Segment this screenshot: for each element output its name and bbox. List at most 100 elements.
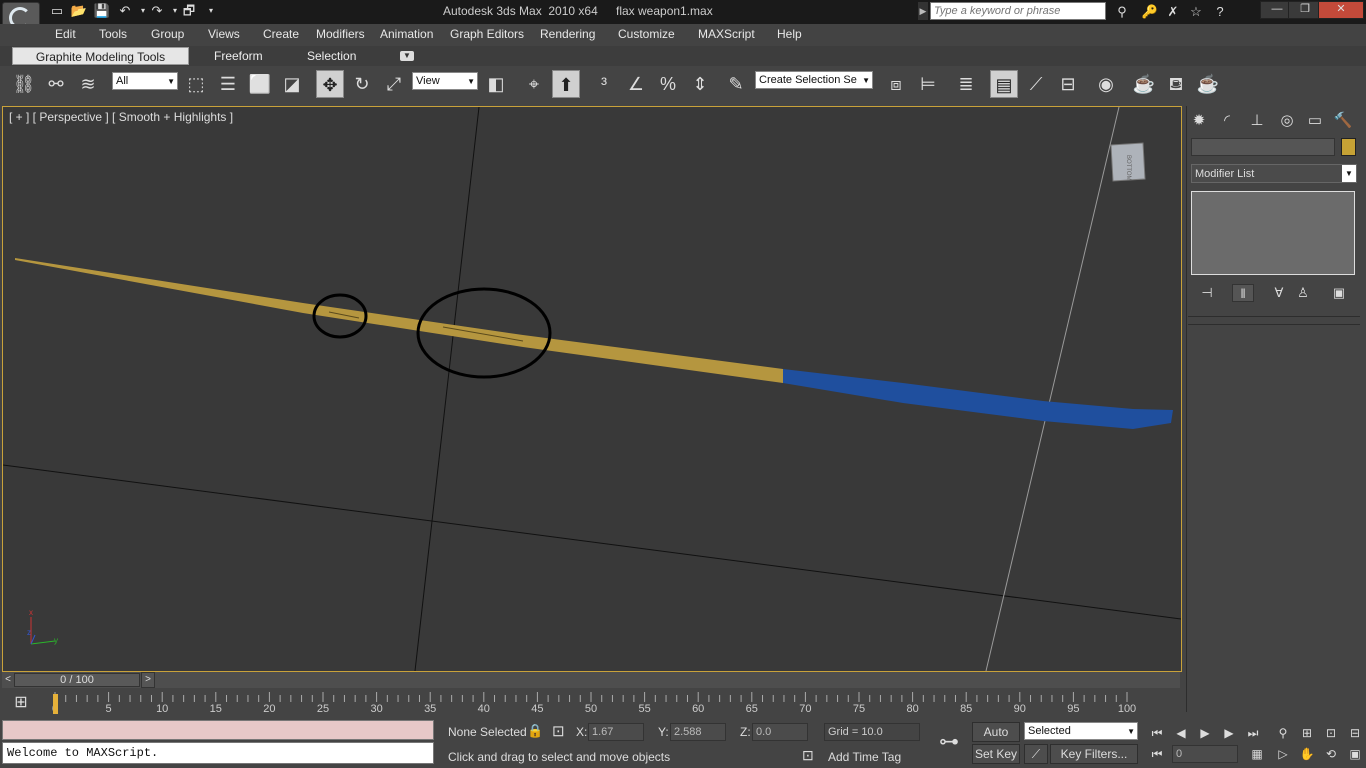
rendered-frame-window-icon[interactable]: ⛾ (1162, 70, 1190, 98)
edit-named-selection-icon[interactable]: ✎ (722, 70, 750, 98)
set-key-icon[interactable]: ⊶ (928, 722, 970, 762)
field-of-view-icon[interactable]: ▷ (1272, 745, 1294, 763)
current-frame-field[interactable]: 0 (1172, 745, 1238, 763)
previous-frame-icon[interactable]: ◀ (1170, 724, 1192, 742)
menu-group[interactable]: Group (151, 27, 184, 41)
time-tag-icon[interactable]: ⊡ (802, 747, 814, 764)
redo-icon[interactable]: ↷ (148, 3, 166, 19)
current-frame-marker[interactable] (53, 694, 58, 714)
menu-maxscript[interactable]: MAXScript (698, 27, 755, 41)
zoom-all-icon[interactable]: ⊞ (1296, 724, 1318, 742)
pin-stack-icon[interactable]: ⊣ (1196, 284, 1218, 302)
x-coordinate-field[interactable]: 1.67 (588, 723, 644, 741)
window-crossing-icon[interactable]: ◪ (278, 70, 306, 98)
time-slider-prev-icon[interactable]: < (2, 672, 14, 688)
set-key-button[interactable]: Set Key (972, 744, 1020, 764)
create-tab-icon[interactable]: ✹ (1188, 110, 1210, 132)
schematic-view-icon[interactable]: ⊟ (1054, 70, 1082, 98)
project-folder-icon[interactable]: 🗗 (180, 3, 198, 19)
tab-selection[interactable]: Selection (307, 49, 356, 63)
material-editor-icon[interactable]: ◉ (1092, 70, 1120, 98)
new-file-icon[interactable]: ▭ (48, 3, 66, 19)
selection-lock-icon[interactable]: 🔒 (527, 723, 543, 739)
modify-tab-icon[interactable]: ◜ (1216, 110, 1238, 132)
zoom-icon[interactable]: ⚲ (1272, 724, 1294, 742)
select-object-icon[interactable]: ⬚ (182, 70, 210, 98)
ribbon-dropdown-icon[interactable]: ▼ (400, 51, 414, 61)
play-icon[interactable]: ▶ (1194, 724, 1216, 742)
undo-icon[interactable]: ↶ (116, 3, 134, 19)
next-frame-icon[interactable]: ▶ (1218, 724, 1240, 742)
binoculars-icon[interactable]: ⚲ (1112, 3, 1132, 21)
quick-access-dropdown-icon[interactable]: ▾ (202, 3, 220, 19)
graphite-toggle-icon[interactable]: ▤ (990, 70, 1018, 98)
select-and-scale-icon[interactable]: ⤢ (380, 70, 408, 98)
modifier-stack[interactable] (1191, 191, 1355, 275)
menu-modifiers[interactable]: Modifiers (316, 27, 365, 41)
menu-rendering[interactable]: Rendering (540, 27, 595, 41)
select-and-link-icon[interactable]: ⛓ (10, 70, 38, 98)
show-end-result-icon[interactable]: ‖ (1232, 284, 1254, 302)
configure-modifier-sets-icon[interactable]: ▣ (1328, 284, 1350, 302)
maximize-button[interactable]: ❐ (1288, 1, 1322, 19)
z-coordinate-field[interactable]: 0.0 (752, 723, 808, 741)
favorites-star-icon[interactable]: ☆ (1186, 3, 1206, 21)
perspective-viewport[interactable]: BOTTOM x z y [ + ] [ Perspective ] [ Smo… (2, 106, 1182, 672)
add-time-tag[interactable]: Add Time Tag (828, 750, 901, 764)
modifier-list-dropdown[interactable]: Modifier List ▼ (1191, 164, 1357, 183)
tab-graphite-modeling-tools[interactable]: Graphite Modeling Tools (12, 47, 189, 65)
go-to-end-icon[interactable]: ⏭ (1242, 724, 1264, 742)
time-configuration-icon[interactable]: ▦ (1246, 745, 1268, 763)
key-mode-dropdown[interactable]: Selected ▼ (1024, 722, 1138, 740)
rectangular-selection-icon[interactable]: ⬜ (246, 70, 274, 98)
make-unique-icon[interactable]: ∀ (1268, 284, 1290, 302)
percent-snap-icon[interactable]: % (654, 70, 682, 98)
time-slider-thumb[interactable]: 0 / 100 (14, 673, 140, 687)
align-icon[interactable]: ⊨ (914, 70, 942, 98)
subscription-key-icon[interactable]: 🔑 (1140, 3, 1160, 21)
menu-edit[interactable]: Edit (55, 27, 76, 41)
zoom-extents-icon[interactable]: ⊡ (1320, 724, 1342, 742)
menu-create[interactable]: Create (263, 27, 299, 41)
curve-editor-icon[interactable]: ⟋ (1022, 70, 1050, 98)
communication-center-icon[interactable]: ✗ (1163, 3, 1183, 21)
reference-coordinate-dropdown[interactable]: View ▼ (412, 72, 478, 90)
maximize-viewport-icon[interactable]: ▣ (1344, 745, 1366, 763)
utilities-tab-icon[interactable]: 🔨 (1332, 110, 1354, 132)
time-slider[interactable] (2, 672, 1180, 688)
key-filters-button[interactable]: Key Filters... (1050, 744, 1138, 764)
search-input[interactable] (930, 2, 1106, 20)
tab-freeform[interactable]: Freeform (214, 49, 263, 63)
render-production-icon[interactable]: ☕ (1194, 70, 1222, 98)
weapon-handle[interactable] (783, 369, 1173, 429)
orbit-icon[interactable]: ⟲ (1320, 745, 1342, 763)
menu-graph-editors[interactable]: Graph Editors (450, 27, 524, 41)
mirror-icon[interactable]: ⧈ (882, 70, 910, 98)
absolute-mode-icon[interactable]: ⊡ (552, 722, 565, 740)
time-slider-next-icon[interactable]: > (141, 672, 155, 688)
display-tab-icon[interactable]: ▭ (1304, 110, 1326, 132)
menu-views[interactable]: Views (208, 27, 240, 41)
close-button[interactable]: ✕ (1318, 1, 1364, 19)
angle-snap-icon[interactable]: ∠ (622, 70, 650, 98)
unlink-selection-icon[interactable]: ⚯ (42, 70, 70, 98)
key-mode-toggle-icon[interactable]: ⏮ (1146, 745, 1168, 763)
default-in-out-tangent-icon[interactable]: ⟋ (1024, 744, 1048, 764)
maxscript-listener-input[interactable] (2, 720, 434, 740)
hierarchy-tab-icon[interactable]: ⊥ (1246, 110, 1268, 132)
weapon-blade[interactable] (15, 258, 783, 383)
pan-view-icon[interactable]: ✋ (1296, 745, 1318, 763)
bind-space-warp-icon[interactable]: ≋ (74, 70, 102, 98)
layer-manager-icon[interactable]: ≣ (952, 70, 980, 98)
object-color-swatch[interactable] (1341, 138, 1356, 156)
pivot-center-icon[interactable]: ◧ (482, 70, 510, 98)
object-name-field[interactable] (1191, 138, 1335, 156)
select-and-manipulate-icon[interactable]: ⌖ (520, 70, 548, 98)
select-by-name-icon[interactable]: ☰ (214, 70, 242, 98)
selection-filter-dropdown[interactable]: All ▼ (112, 72, 178, 90)
keyboard-shortcut-override-icon[interactable]: ⬆ (552, 70, 580, 98)
select-and-rotate-icon[interactable]: ↻ (348, 70, 376, 98)
menu-tools[interactable]: Tools (99, 27, 127, 41)
spinner-snap-icon[interactable]: ⇕ (686, 70, 714, 98)
menu-animation[interactable]: Animation (380, 27, 433, 41)
